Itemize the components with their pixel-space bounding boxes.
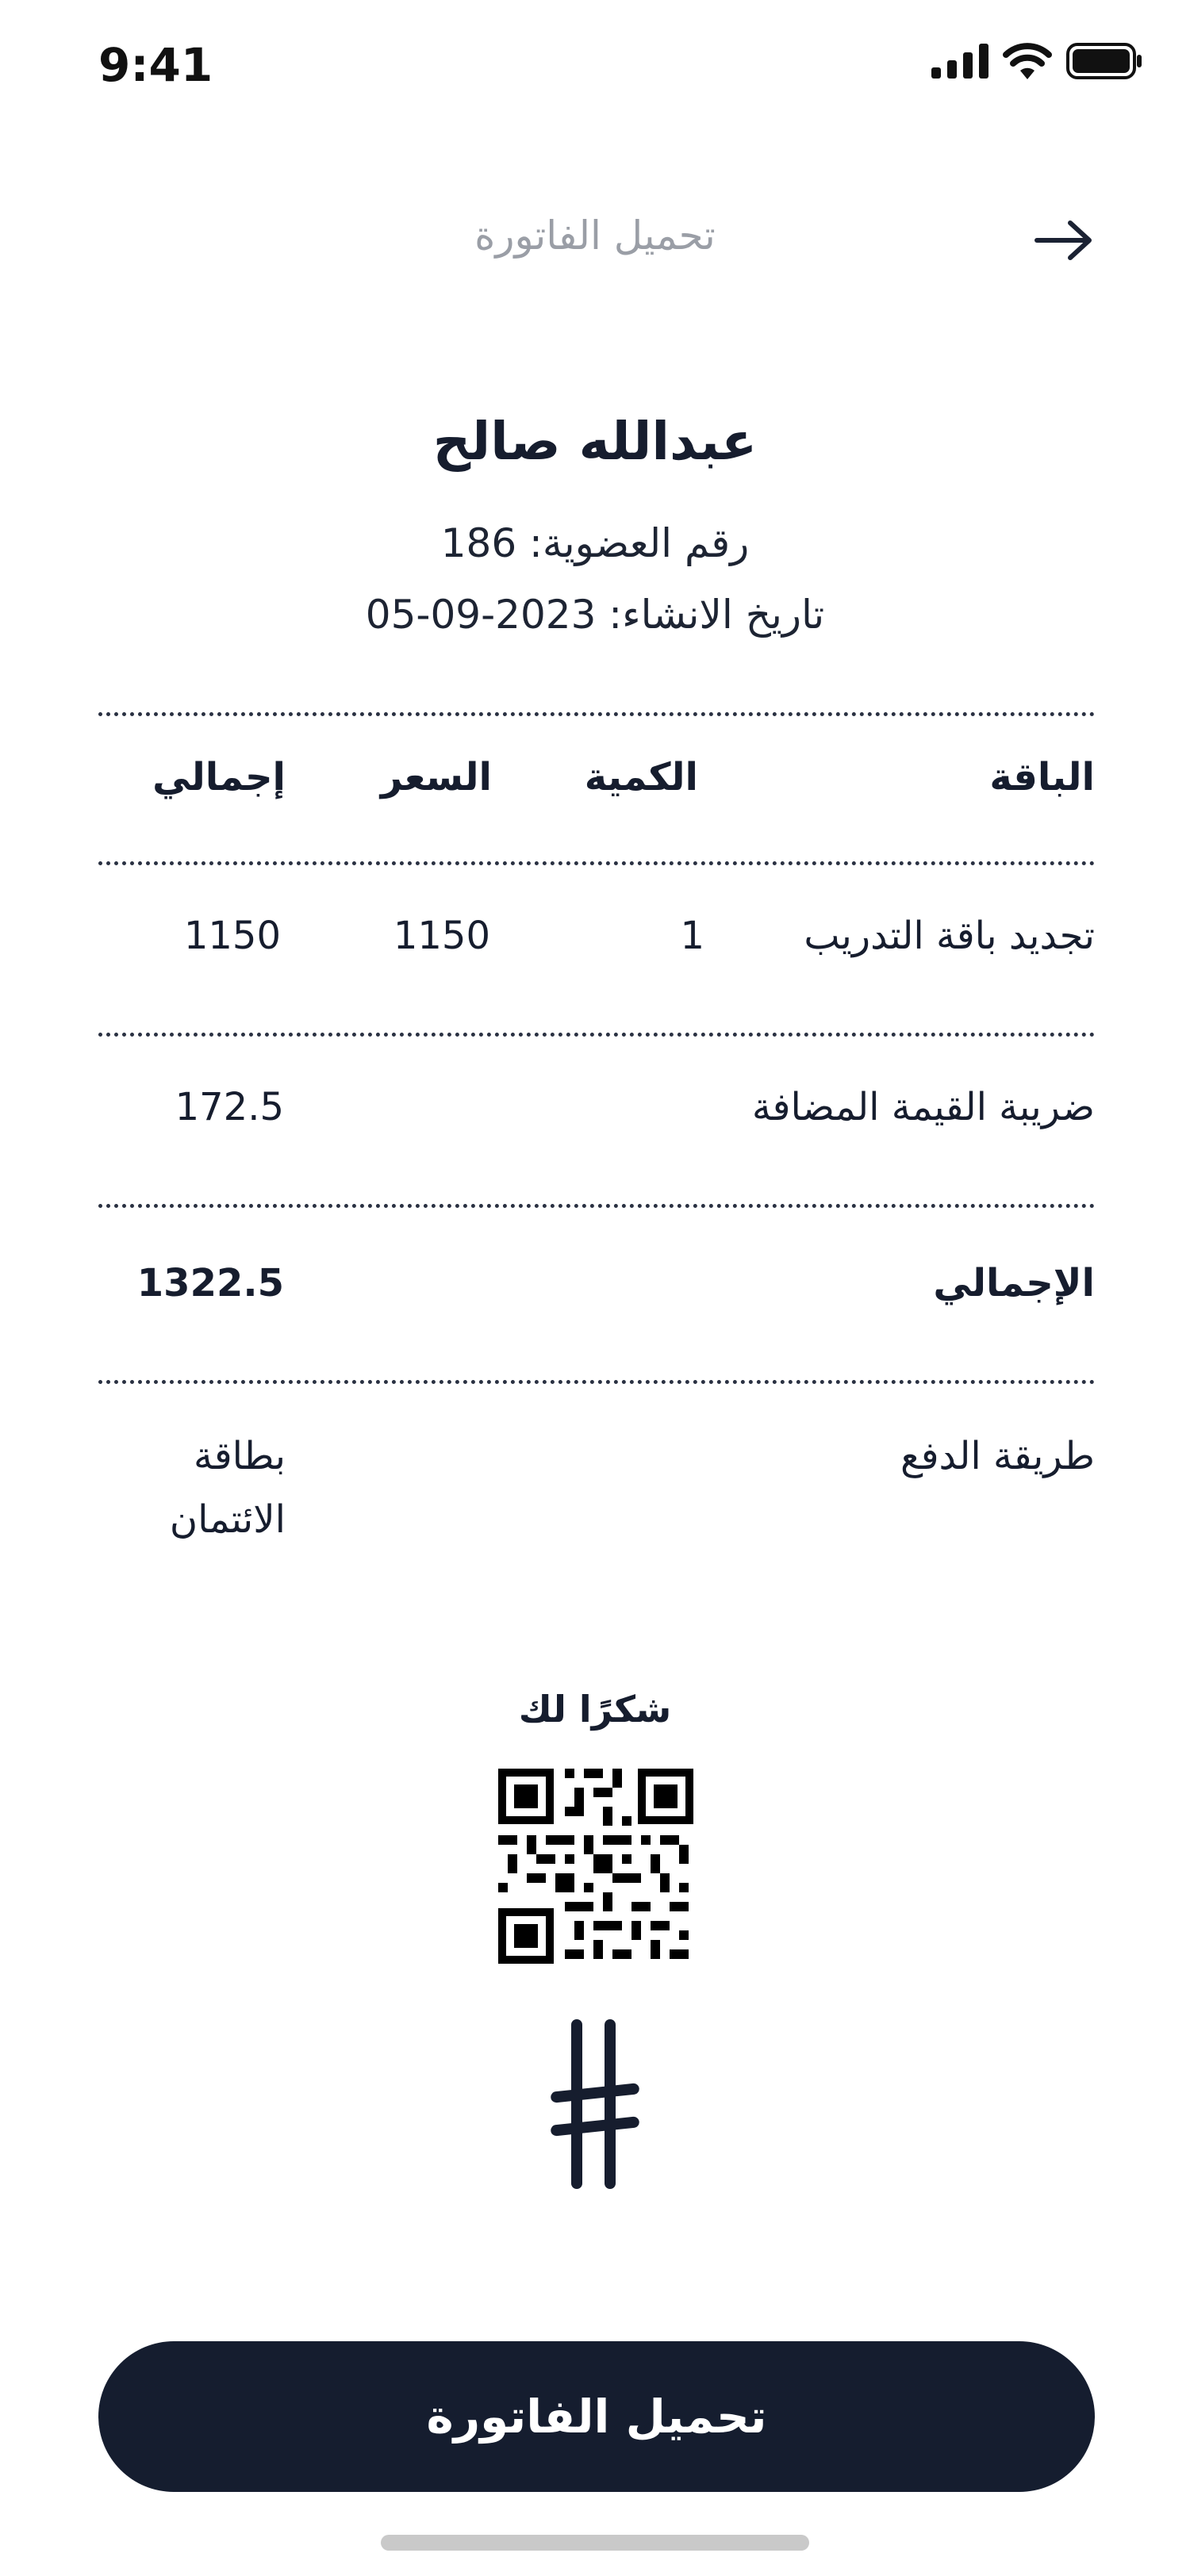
row-price: 1150 [393,914,490,958]
creation-date: تاريخ الانشاء: 2023-09-05 [365,592,825,638]
download-invoice-button[interactable]: تحميل الفاتورة [98,2341,1095,2492]
payment-method-label: طريقة الدفع [900,1434,1095,1478]
arrow-right-icon [1035,220,1092,260]
home-indicator [381,2535,809,2551]
membership-number: رقم العضوية: 186 [440,520,750,566]
grand-total-value: 1322.5 [136,1261,284,1305]
divider [98,1380,1095,1384]
wifi-icon [1003,43,1052,79]
vat-value: 172.5 [175,1085,284,1129]
row-quantity: 1 [680,914,704,958]
divider [98,1033,1095,1037]
divider [98,712,1095,716]
page-title: تحميل الفاتورة [474,213,716,259]
status-time: 9:41 [98,38,213,92]
payment-method-value: بطاقة [193,1434,286,1478]
divider [98,1204,1095,1208]
signal-icon [931,44,988,79]
divider [98,861,1095,865]
status-icons [931,43,1142,79]
thank-you-text: شكرًا لك [518,1688,672,1731]
header-package: الباقة [989,755,1095,799]
row-package: تجديد باقة التدريب [804,914,1095,958]
row-total: 1150 [183,914,281,958]
vat-label: ضريبة القيمة المضافة [751,1085,1095,1129]
header-price: السعر [380,755,492,799]
customer-name: عبدالله صالح [432,411,758,472]
battery-icon [1066,43,1142,79]
back-button[interactable] [1028,213,1100,268]
header-total: إجمالي [152,755,286,799]
brand-logo-icon [551,2019,639,2189]
payment-method-value-line2: الائتمان [169,1497,286,1542]
header-quantity: الكمية [584,755,698,799]
qr-code-icon [498,1769,693,1964]
grand-total-label: الإجمالي [933,1261,1095,1305]
